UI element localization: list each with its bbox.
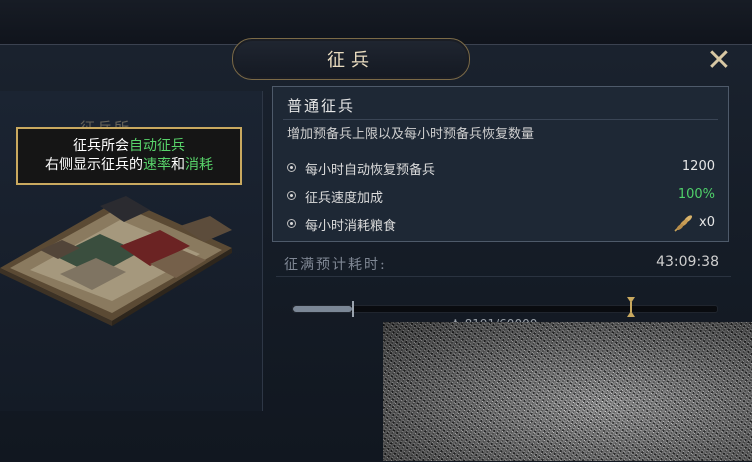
tip-highlight: 速率 [143, 157, 171, 173]
wheat-icon [674, 215, 693, 232]
barracks-building-image[interactable] [0, 186, 262, 336]
slider-max-marker-icon [627, 297, 635, 317]
tip-line-1: 征兵所会自动征兵 [73, 137, 185, 156]
reserve-slider[interactable] [292, 301, 718, 317]
tip-text: 右侧显示征兵的 [45, 157, 143, 173]
obscured-overlay [383, 322, 752, 461]
time-value: 43:09:38 [656, 254, 719, 270]
panel-title: 征兵 [327, 50, 375, 71]
card-description: 增加预备兵上限以及每小时预备兵恢复数量 [287, 127, 535, 142]
stat-value: 100% [677, 187, 715, 202]
stat-label: 每小时消耗粮食 [305, 219, 397, 234]
slider-fill [293, 306, 352, 312]
tip-highlight: 自动征兵 [129, 138, 185, 154]
slider-thumb[interactable] [352, 301, 354, 317]
card-divider [283, 119, 718, 120]
tip-text: 征兵所会 [73, 138, 129, 154]
time-label: 征满预计耗时: [284, 257, 387, 273]
tip-line-2: 右侧显示征兵的速率和消耗 [45, 156, 213, 175]
bullet-icon [287, 191, 296, 200]
recruit-info-card: 普通征兵 增加预备兵上限以及每小时预备兵恢复数量 每小时自动恢复预备兵 1200… [272, 86, 729, 242]
close-icon: ✕ [706, 43, 732, 78]
stat-value: x0 [699, 215, 715, 230]
stat-row: 征兵速度加成 100% [287, 187, 719, 207]
stat-row: 每小时自动恢复预备兵 1200 [287, 159, 719, 179]
stat-row: 每小时消耗粮食 x0 [287, 215, 719, 235]
tip-highlight: 消耗 [185, 157, 213, 173]
stat-label: 征兵速度加成 [305, 191, 384, 206]
tip-text: 和 [171, 157, 185, 173]
stat-value: 1200 [681, 159, 715, 174]
bullet-icon [287, 163, 296, 172]
time-row: 征满预计耗时: 43:09:38 [276, 252, 731, 277]
title-plate: 征兵 [232, 38, 470, 80]
bullet-icon [287, 219, 296, 228]
tip-box: 征兵所会自动征兵 右侧显示征兵的速率和消耗 [16, 127, 242, 185]
stat-label: 每小时自动恢复预备兵 [305, 163, 436, 178]
card-title: 普通征兵 [287, 97, 356, 115]
close-button[interactable]: ✕ [704, 46, 734, 76]
